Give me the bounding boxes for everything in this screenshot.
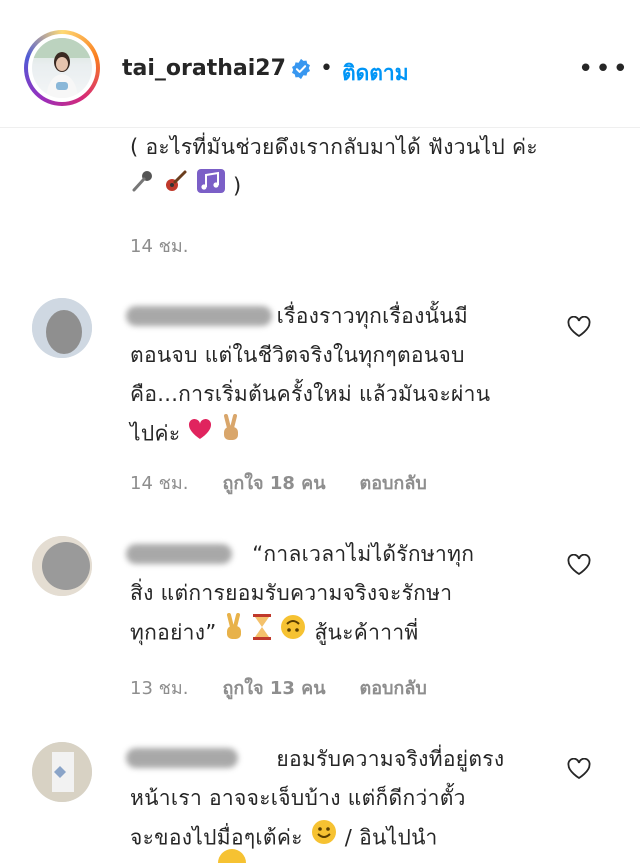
- commenter-avatar[interactable]: [32, 298, 92, 358]
- comment-line: คือ...การเริ่มต้นครั้งใหม่ แล้วมันจะผ่าน: [130, 382, 491, 406]
- follow-button[interactable]: ติดตาม: [342, 57, 409, 90]
- comment-time: 14 ชม.: [130, 236, 189, 257]
- upside-down-face-icon: [279, 613, 307, 654]
- reply-button[interactable]: ตอบกลับ: [360, 678, 427, 699]
- guitar-icon: [163, 168, 189, 207]
- comment-meta: 14 ชม.: [130, 231, 222, 260]
- avatar-photo: [32, 38, 92, 98]
- comment-meta: 13 ชม. ถูกใจ 13 คน ตอบกลับ: [130, 673, 461, 702]
- post-header: tai_orathai27 • ติดตาม •••: [0, 0, 640, 128]
- like-heart-icon[interactable]: [567, 554, 591, 576]
- like-heart-icon[interactable]: [567, 316, 591, 338]
- comment-line: “กาลเวลาไม่ได้รักษาทุก: [252, 542, 475, 566]
- comment-line: สู้นะค้าาาพี่: [314, 620, 419, 645]
- musical-notes-icon: [196, 168, 226, 207]
- comment-username[interactable]: ornthicka: [130, 542, 245, 566]
- commenter-avatar[interactable]: [32, 536, 92, 596]
- comment-line: ( อะไรที่มันช่วยดึงเรากลับมาได้ ฟังวนไป …: [130, 135, 538, 159]
- separator-dot: •: [320, 56, 333, 81]
- comment-text: un_prathita เรื่องราวทุกเรื่องนั้นมี ตอน…: [130, 297, 570, 455]
- comment-likes[interactable]: ถูกใจ 13 คน: [222, 678, 325, 699]
- comment-line: เรื่องราวทุกเรื่องนั้นมี: [276, 304, 469, 328]
- comment-line: จะของไปมื่อๆเต้ค่ะ: [130, 825, 303, 850]
- comment-text: ( อะไรที่มันช่วยดึงเรากลับมาได้ ฟังวนไป …: [130, 128, 600, 207]
- hourglass-icon: [252, 613, 272, 654]
- comment-time: 13 ชม.: [130, 678, 189, 699]
- more-options-icon[interactable]: •••: [578, 54, 630, 84]
- comment-username[interactable]: yupin_tt_01: [130, 747, 269, 771]
- microphone-icon: [130, 168, 156, 207]
- comment-text: ornthicka “กาลเวลาไม่ได้รักษาทุก สิ่ง แต…: [130, 535, 570, 654]
- comment-meta: 14 ชม. ถูกใจ 18 คน ตอบกลับ: [130, 468, 461, 497]
- comment-text: yupin_tt_01 ยอมรับความจริงที่อยู่ตรง หน้…: [130, 740, 570, 859]
- comment-line: / อินไปนำ: [344, 825, 438, 850]
- like-heart-icon[interactable]: [567, 758, 591, 780]
- comment-line: ตอนจบ แต่ในชีวิตจริงในทุกๆตอนจบ: [130, 343, 465, 367]
- comment-line: สิ่ง แต่การยอมรับความจริงจะรักษา: [130, 581, 453, 605]
- comment-line: หน้าเรา อาจจะเจ็บบ้าง แต่ก็ดีกว่าตั้ว: [130, 786, 466, 810]
- comment-line: ): [130, 167, 600, 207]
- comment-likes[interactable]: ถูกใจ 18 คน: [222, 473, 325, 494]
- commenter-avatar[interactable]: [32, 742, 92, 802]
- username[interactable]: tai_orathai27: [122, 56, 286, 81]
- comment-line: ไปค่ะ: [130, 421, 181, 446]
- victory-hand-icon: [223, 613, 245, 654]
- comment-username[interactable]: un_prathita: [130, 304, 270, 328]
- reply-button[interactable]: ตอบกลับ: [360, 473, 427, 494]
- profile-avatar[interactable]: [24, 30, 100, 106]
- comment-line: ยอมรับความจริงที่อยู่ตรง: [276, 747, 505, 771]
- comment-time: 14 ชม.: [130, 473, 189, 494]
- verified-badge-icon: [292, 58, 310, 80]
- victory-hand-icon: [220, 414, 242, 455]
- red-heart-icon: [187, 415, 213, 454]
- smiling-face-icon: [310, 818, 338, 859]
- comment-line: ทุกอย่าง”: [130, 620, 217, 645]
